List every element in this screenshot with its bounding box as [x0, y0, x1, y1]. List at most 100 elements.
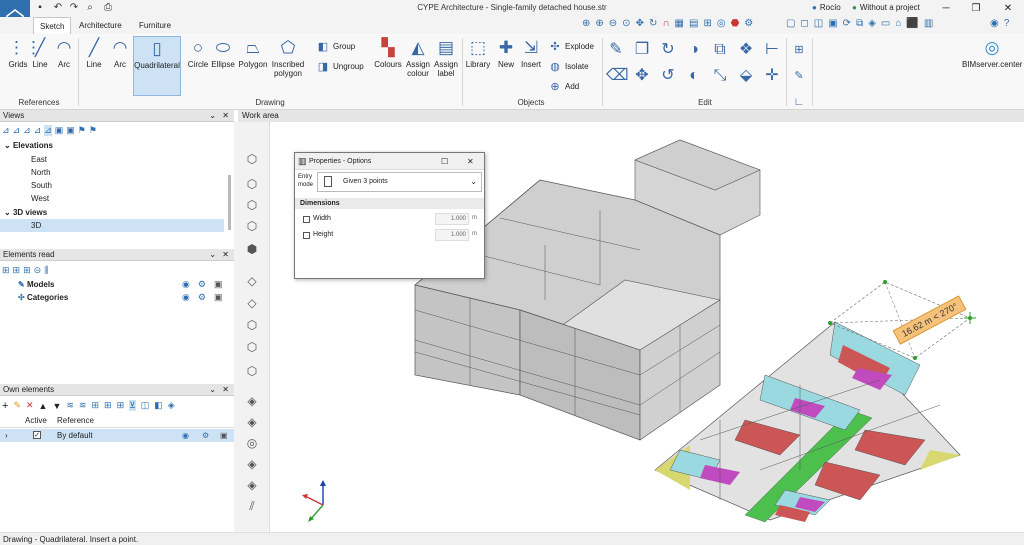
cube-icon[interactable]: ⬛ — [906, 18, 918, 29]
tab-architecture[interactable]: Architecture — [73, 17, 128, 34]
view3d-icon[interactable]: ◈ — [868, 18, 876, 29]
edit-icon[interactable]: ✎ — [13, 400, 21, 411]
eye-icon[interactable]: ◉ — [182, 429, 189, 442]
pan-icon[interactable]: ✥ — [636, 18, 644, 29]
window-icon[interactable]: ⧉ — [856, 18, 863, 29]
cube-tool-icon[interactable]: ⬡ — [242, 362, 262, 380]
help-icon[interactable]: ? — [1004, 18, 1010, 29]
user-account[interactable]: ● Rocío — [812, 3, 841, 12]
cube-icon[interactable]: ◧ — [154, 400, 163, 411]
frame-icon[interactable]: ▢ — [786, 18, 795, 29]
project-indicator[interactable]: ● Without a project — [852, 3, 920, 12]
dialog-titlebar[interactable]: ▥ Properties - Options ☐ ✕ — [295, 153, 484, 170]
minimize-button[interactable]: ─ — [932, 0, 960, 17]
filter-icon[interactable]: ⊻ — [129, 400, 136, 411]
rotate-copy-icon[interactable]: ↺ — [658, 66, 678, 86]
section-tool-icon[interactable]: ⬢ — [242, 240, 262, 258]
pencil-icon[interactable]: ✎ — [606, 40, 626, 60]
width-checkbox[interactable] — [303, 216, 310, 223]
lock-icon[interactable]: ▣ — [214, 292, 223, 303]
chevron-down-icon[interactable]: ⌄ — [209, 249, 216, 261]
refresh-icon[interactable]: ↻ — [649, 18, 657, 29]
restore-button[interactable]: ❐ — [962, 0, 990, 17]
layers-icon[interactable]: ▤ — [689, 18, 698, 29]
close-icon[interactable]: ✕ — [467, 153, 474, 170]
settings-icon[interactable]: ⚙ — [744, 18, 753, 29]
measure-icon[interactable]: ✎ — [792, 66, 806, 86]
scrollbar[interactable] — [228, 175, 231, 230]
plan-grid-icon[interactable]: ⊞ — [117, 400, 125, 411]
cube-tool-icon[interactable]: ⬡ — [242, 338, 262, 356]
cube-tool-icon[interactable]: ⬡ — [242, 175, 262, 193]
align-icon[interactable]: ⊢ — [762, 40, 782, 60]
rotate-icon[interactable]: ⟳ — [843, 18, 851, 29]
inscribed-polygon-button[interactable]: ⬠ Inscribed polygon — [270, 36, 306, 78]
close-button[interactable]: ✕ — [994, 0, 1022, 17]
zoom-in-icon[interactable]: ⊕ — [595, 18, 603, 29]
angle-icon[interactable]: ∟ — [792, 92, 806, 112]
up-icon[interactable]: ▲ — [39, 401, 48, 411]
chevron-down-icon[interactable]: ⌄ — [209, 384, 216, 396]
lock-icon[interactable]: ▣ — [220, 429, 228, 442]
add-icon[interactable]: + — [2, 400, 8, 412]
filter-icon[interactable]: ⊝ — [34, 265, 42, 276]
shape-tool-icon[interactable]: ◈ — [242, 476, 262, 494]
transparency-icon[interactable]: ≋ — [79, 400, 87, 411]
plan-add-icon[interactable]: ⊞ — [13, 265, 21, 276]
layout-icon[interactable]: ▣ — [828, 18, 837, 29]
close-icon[interactable]: ✕ — [222, 110, 229, 122]
flat-icon[interactable]: ◫ — [814, 18, 823, 29]
polygon-button[interactable]: ⏢ Polygon — [235, 36, 271, 69]
shape-tool-icon[interactable]: ◈ — [242, 455, 262, 473]
scale-icon[interactable]: ⤡ — [710, 66, 730, 86]
mirror-icon[interactable]: ◑ — [684, 40, 704, 60]
home-icon[interactable]: ⌂ — [895, 18, 901, 29]
info-icon[interactable]: ⬣ — [731, 18, 740, 29]
assign-label-button[interactable]: ▤ Assign label — [428, 36, 464, 78]
plan-add-icon[interactable]: ⊞ — [104, 400, 112, 411]
delete-icon[interactable]: ✕ — [26, 400, 34, 411]
tree-item-east[interactable]: East — [0, 153, 230, 166]
stretch-icon[interactable]: ⬙ — [736, 66, 756, 86]
cube-tool-icon[interactable]: ⬡ — [242, 217, 262, 235]
active-checkbox[interactable]: ✓ — [33, 431, 41, 439]
move-icon[interactable]: ✥ — [632, 66, 652, 86]
bimserver-button[interactable]: ◎ BIMserver.center — [962, 36, 1022, 69]
down-icon[interactable]: ▼ — [52, 401, 61, 411]
shape-tool-icon[interactable]: ◈ — [242, 413, 262, 431]
settings-icon[interactable]: ⚙ — [198, 279, 206, 290]
array-icon[interactable]: ✛ — [762, 66, 782, 86]
offset-icon[interactable]: ⧉ — [710, 40, 730, 60]
visibility-icon[interactable]: ≋ — [66, 400, 74, 411]
lock-icon[interactable]: ▣ — [214, 279, 223, 290]
capture-icon[interactable]: ◎ — [717, 18, 726, 29]
tree-item-south[interactable]: South — [0, 179, 230, 192]
table-row[interactable]: › ✓ By default ◉ ⚙ ▣ — [0, 429, 234, 442]
height-checkbox[interactable] — [303, 232, 310, 239]
snap-icon[interactable]: ∩ — [662, 18, 669, 29]
split-icon[interactable]: ▥ — [924, 18, 933, 29]
tab-furniture[interactable]: Furniture — [133, 17, 177, 34]
chevron-down-icon[interactable]: ⌄ — [209, 110, 216, 122]
view-delete-icon[interactable]: ⊿ — [34, 125, 42, 136]
quadrilateral-button[interactable]: ▯ Quadrilateral — [133, 36, 181, 96]
height-field[interactable]: 1.000 — [435, 229, 469, 241]
explode-button[interactable]: ✣ Explode — [548, 38, 594, 56]
tree-item-3d[interactable]: 3D — [0, 219, 224, 232]
view-copy-icon[interactable]: ⊿ — [23, 125, 31, 136]
ungroup-button[interactable]: ◨ Ungroup — [316, 58, 364, 76]
close-icon[interactable]: ✕ — [222, 384, 229, 396]
bar-icon[interactable]: ⫼ — [44, 265, 48, 276]
view-add-icon[interactable]: ⊿ — [2, 125, 10, 136]
wire-icon[interactable]: ◻ — [800, 18, 808, 29]
insert-button[interactable]: ⇲ Insert — [513, 36, 549, 69]
eye-icon[interactable]: ◉ — [182, 279, 190, 290]
shape-tool-icon[interactable]: ◈ — [242, 392, 262, 410]
zoom-out-icon[interactable]: ⊖ — [609, 18, 617, 29]
chevron-right-icon[interactable]: › — [5, 429, 8, 442]
rotate-icon[interactable]: ↻ — [658, 40, 678, 60]
tab-sketch[interactable]: Sketch — [33, 17, 72, 34]
grid-icon[interactable]: ▦ — [675, 18, 684, 29]
orbit-tool-icon[interactable]: ◎ — [242, 434, 262, 452]
entry-mode-select[interactable]: Given 3 points ⌄ — [317, 172, 482, 192]
